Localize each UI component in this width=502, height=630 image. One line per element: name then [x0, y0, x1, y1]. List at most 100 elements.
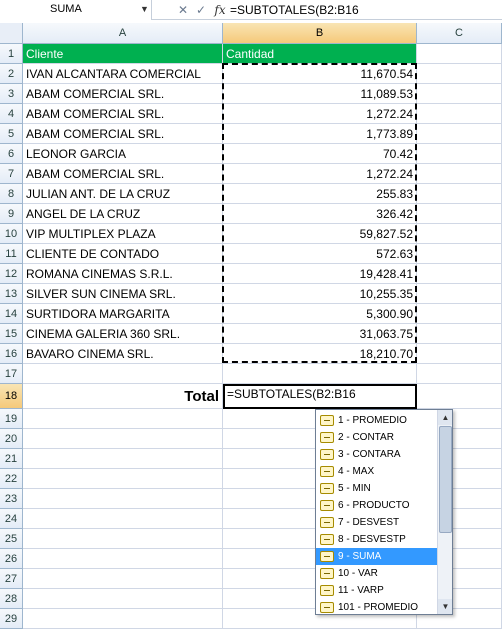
row-header[interactable]: 26 — [0, 549, 23, 569]
list-item[interactable]: 2 - CONTAR — [316, 429, 437, 446]
cell[interactable] — [417, 104, 502, 124]
cell[interactable] — [23, 429, 223, 449]
cell[interactable] — [23, 509, 223, 529]
cell[interactable] — [23, 489, 223, 509]
client-cell[interactable]: ABAM COMERCIAL SRL. — [23, 164, 223, 184]
amount-cell[interactable]: 59,827.52 — [223, 224, 417, 244]
row-header[interactable]: 9 — [0, 204, 23, 224]
checkmark-icon[interactable]: ✓ — [193, 2, 209, 18]
row-header[interactable]: 10 — [0, 224, 23, 244]
client-cell[interactable]: ABAM COMERCIAL SRL. — [23, 104, 223, 124]
cell[interactable] — [417, 384, 502, 409]
row-header[interactable]: 15 — [0, 324, 23, 344]
amount-cell[interactable]: 1,272.24 — [223, 104, 417, 124]
column-header-b[interactable]: B — [223, 23, 417, 44]
row-header[interactable]: 29 — [0, 609, 23, 629]
cell[interactable] — [23, 469, 223, 489]
autocomplete-scrollbar[interactable]: ▲ ▼ — [437, 410, 452, 614]
row-header[interactable]: 13 — [0, 284, 23, 304]
row-header[interactable]: 14 — [0, 304, 23, 324]
row-header[interactable]: 5 — [0, 124, 23, 144]
amount-cell[interactable]: 11,670.54 — [223, 64, 417, 84]
row-header[interactable]: 24 — [0, 509, 23, 529]
row-header[interactable]: 23 — [0, 489, 23, 509]
cell[interactable] — [23, 529, 223, 549]
client-cell[interactable]: BAVARO CINEMA SRL. — [23, 344, 223, 364]
header-cell-cliente[interactable]: Cliente — [23, 44, 223, 64]
row-header[interactable]: 12 — [0, 264, 23, 284]
fx-icon[interactable]: fx — [212, 2, 228, 18]
list-item[interactable]: 4 - MAX — [316, 463, 437, 480]
row-header[interactable]: 22 — [0, 469, 23, 489]
cell[interactable] — [23, 409, 223, 429]
client-cell[interactable]: ABAM COMERCIAL SRL. — [23, 84, 223, 104]
row-header[interactable]: 27 — [0, 569, 23, 589]
client-cell[interactable]: ROMANA CINEMAS S.R.L. — [23, 264, 223, 284]
row-header[interactable]: 2 — [0, 64, 23, 84]
cell[interactable] — [417, 244, 502, 264]
list-item[interactable]: 7 - DESVEST — [316, 514, 437, 531]
cell[interactable] — [417, 44, 502, 64]
amount-cell[interactable]: 5,300.90 — [223, 304, 417, 324]
client-cell[interactable]: LEONOR GARCIA — [23, 144, 223, 164]
cell[interactable] — [417, 364, 502, 384]
formula-input[interactable]: =SUBTOTALES(B2:B16 — [230, 1, 502, 19]
scrollbar-thumb[interactable] — [439, 426, 452, 533]
row-header[interactable]: 6 — [0, 144, 23, 164]
client-cell[interactable]: SURTIDORA MARGARITA — [23, 304, 223, 324]
row-header[interactable]: 7 — [0, 164, 23, 184]
cell[interactable] — [417, 224, 502, 244]
list-item[interactable]: 10 - VAR — [316, 565, 437, 582]
list-item[interactable]: 3 - CONTARA — [316, 446, 437, 463]
amount-cell[interactable]: 70.42 — [223, 144, 417, 164]
amount-cell[interactable]: 18,210.70 — [223, 344, 417, 364]
function-autocomplete-list[interactable]: 1 - PROMEDIO 2 - CONTAR 3 - CONTARA 4 - … — [315, 409, 453, 615]
list-item[interactable]: 11 - VARP — [316, 582, 437, 599]
cell[interactable] — [417, 164, 502, 184]
list-item-selected[interactable]: 9 - SUMA — [316, 548, 437, 565]
row-header[interactable]: 19 — [0, 409, 23, 429]
scroll-up-icon[interactable]: ▲ — [438, 410, 452, 425]
cell[interactable] — [223, 364, 417, 384]
column-header-c[interactable]: C — [417, 23, 502, 44]
cell[interactable] — [23, 449, 223, 469]
total-label[interactable]: Total — [23, 384, 223, 409]
close-icon[interactable]: ✕ — [175, 2, 191, 18]
amount-cell[interactable]: 572.63 — [223, 244, 417, 264]
client-cell[interactable]: ABAM COMERCIAL SRL. — [23, 124, 223, 144]
cell[interactable] — [23, 569, 223, 589]
cell[interactable] — [417, 144, 502, 164]
row-header[interactable]: 28 — [0, 589, 23, 609]
amount-cell[interactable]: 31,063.75 — [223, 324, 417, 344]
amount-cell[interactable]: 1,272.24 — [223, 164, 417, 184]
client-cell[interactable]: CINEMA GALERIA 360 SRL. — [23, 324, 223, 344]
list-item[interactable]: 5 - MIN — [316, 480, 437, 497]
row-header[interactable]: 16 — [0, 344, 23, 364]
client-cell[interactable]: VIP MULTIPLEX PLAZA — [23, 224, 223, 244]
row-header[interactable]: 21 — [0, 449, 23, 469]
row-header[interactable]: 17 — [0, 364, 23, 384]
cell[interactable] — [417, 324, 502, 344]
amount-cell[interactable]: 255.83 — [223, 184, 417, 204]
cell[interactable] — [417, 304, 502, 324]
active-cell-formula[interactable]: =SUBTOTALES(B2:B16 — [223, 384, 417, 409]
list-item[interactable]: 101 - PROMEDIO — [316, 599, 437, 614]
cell[interactable] — [417, 84, 502, 104]
row-header[interactable]: 3 — [0, 84, 23, 104]
list-item[interactable]: 6 - PRODUCTO — [316, 497, 437, 514]
select-all-corner[interactable] — [0, 23, 23, 44]
client-cell[interactable]: SILVER SUN CINEMA SRL. — [23, 284, 223, 304]
row-header[interactable]: 20 — [0, 429, 23, 449]
list-item[interactable]: 8 - DESVESTP — [316, 531, 437, 548]
cell[interactable] — [23, 589, 223, 609]
cell[interactable] — [23, 549, 223, 569]
cell[interactable] — [417, 124, 502, 144]
column-header-a[interactable]: A — [23, 23, 223, 44]
client-cell[interactable]: JULIAN ANT. DE LA CRUZ — [23, 184, 223, 204]
name-box[interactable]: SUMA ▼ — [0, 0, 152, 20]
amount-cell[interactable]: 10,255.35 — [223, 284, 417, 304]
cell[interactable] — [417, 184, 502, 204]
row-header[interactable]: 8 — [0, 184, 23, 204]
cell[interactable] — [417, 284, 502, 304]
cell[interactable] — [417, 64, 502, 84]
